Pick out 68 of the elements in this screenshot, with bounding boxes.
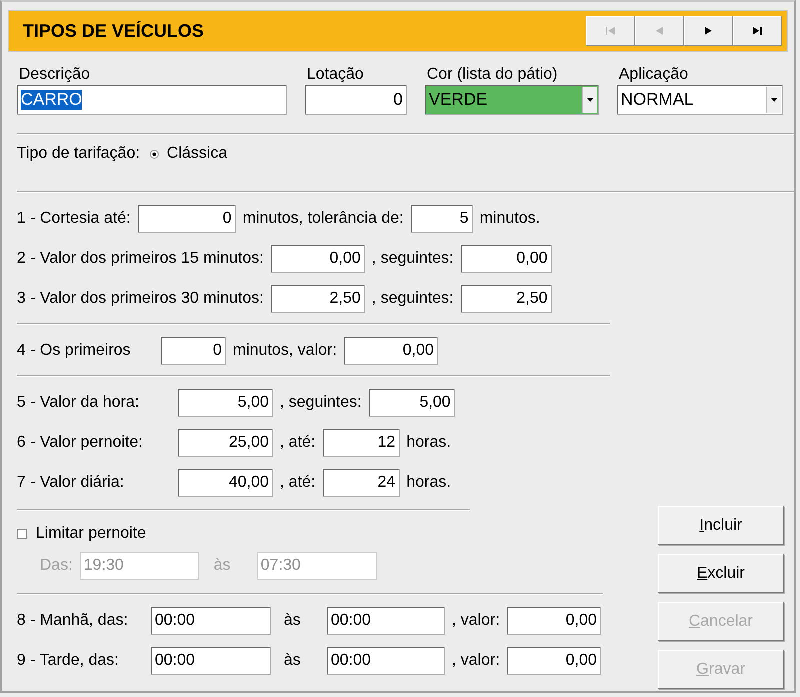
- field-label: minutos.: [480, 210, 540, 228]
- input-field[interactable]: 0: [138, 205, 236, 233]
- caret-icon: [770, 98, 778, 102]
- input-field[interactable]: 0,00: [270, 245, 365, 273]
- field-label: Aplicação: [619, 65, 690, 85]
- field-label: minutos, tolerância de:: [242, 210, 404, 228]
- field-label: , até:: [280, 474, 316, 492]
- field-label: horas.: [406, 434, 452, 452]
- input-field[interactable]: 00:00: [151, 607, 271, 635]
- input-field[interactable]: 5,00: [368, 389, 455, 417]
- input-field[interactable]: 25,00: [178, 429, 273, 457]
- dropdown-button[interactable]: [766, 87, 781, 113]
- window-title: TIPOS DE VEÍCULOS: [22, 20, 204, 42]
- input-field[interactable]: 24: [322, 469, 400, 497]
- field-label: horas.: [406, 474, 452, 492]
- field-label: , seguintes:: [372, 250, 454, 268]
- field-label: Cor (lista do pátio): [427, 65, 559, 85]
- field-label: Tipo de tarifação:: [17, 145, 140, 163]
- input-field[interactable]: 5: [410, 205, 473, 233]
- field-label: , valor:: [452, 612, 500, 630]
- input-field[interactable]: 2,50: [460, 285, 552, 313]
- input-field[interactable]: 00:00: [327, 607, 445, 635]
- field-label: 7 - Valor diária:: [17, 474, 126, 492]
- field-label: Das:: [40, 557, 73, 575]
- field-label: às: [283, 652, 302, 670]
- field-label: Lotação: [307, 65, 365, 85]
- input-field[interactable]: 2,50: [270, 285, 365, 313]
- input-field[interactable]: 0,00: [507, 647, 602, 675]
- left-triangle-icon: [655, 27, 664, 35]
- field-label: minutos, valor:: [233, 342, 338, 360]
- field-label: 9 - Tarde, das:: [17, 652, 120, 670]
- field-label: 6 - Valor pernoite:: [17, 434, 144, 452]
- radio-label[interactable]: Clássica: [167, 145, 228, 163]
- field-label: 8 - Manhã, das:: [17, 612, 130, 630]
- field-label: 3 - Valor dos primeiros 30 minutos:: [17, 290, 264, 308]
- field-label: Descrição: [19, 65, 92, 85]
- input-field[interactable]: 00:00: [327, 647, 445, 675]
- input-field[interactable]: 0: [305, 85, 407, 115]
- radio-button[interactable]: [150, 150, 160, 158]
- dropdown[interactable]: NORMAL: [617, 85, 783, 115]
- caret-icon: [586, 98, 594, 102]
- input-field[interactable]: 0,00: [344, 337, 438, 365]
- field-label: , até:: [280, 434, 316, 452]
- input-field[interactable]: 00:00: [151, 647, 271, 675]
- nav-button[interactable]: [733, 16, 782, 46]
- field-label: às: [212, 557, 232, 575]
- input-field[interactable]: CARRO: [17, 85, 287, 115]
- input-field[interactable]: 40,00: [178, 469, 273, 497]
- field-label: 1 - Cortesia até:: [17, 210, 131, 228]
- field-label: 2 - Valor dos primeiros 15 minutos:: [17, 250, 264, 268]
- dropdown-button[interactable]: [582, 87, 597, 113]
- field-label: 5 - Valor da hora:: [17, 394, 140, 412]
- action-button[interactable]: Incluir: [658, 506, 784, 545]
- field-label: 4 - Os primeiros: [17, 342, 132, 360]
- input-field[interactable]: 12: [322, 429, 400, 457]
- last-record-icon: [753, 27, 762, 35]
- input-field[interactable]: 0: [161, 337, 226, 365]
- first-record-icon: [606, 27, 615, 35]
- field-label: , seguintes:: [372, 290, 454, 308]
- right-triangle-icon: [704, 27, 713, 35]
- field-label: às: [283, 612, 302, 630]
- field-label: , valor:: [452, 652, 500, 670]
- field-label: , seguintes:: [280, 394, 362, 412]
- dropdown[interactable]: VERDE: [425, 85, 599, 115]
- input-field[interactable]: 0,00: [507, 607, 602, 635]
- action-button[interactable]: Excluir: [658, 554, 784, 593]
- input-field[interactable]: 0,00: [460, 245, 552, 273]
- input-field[interactable]: 5,00: [178, 389, 273, 417]
